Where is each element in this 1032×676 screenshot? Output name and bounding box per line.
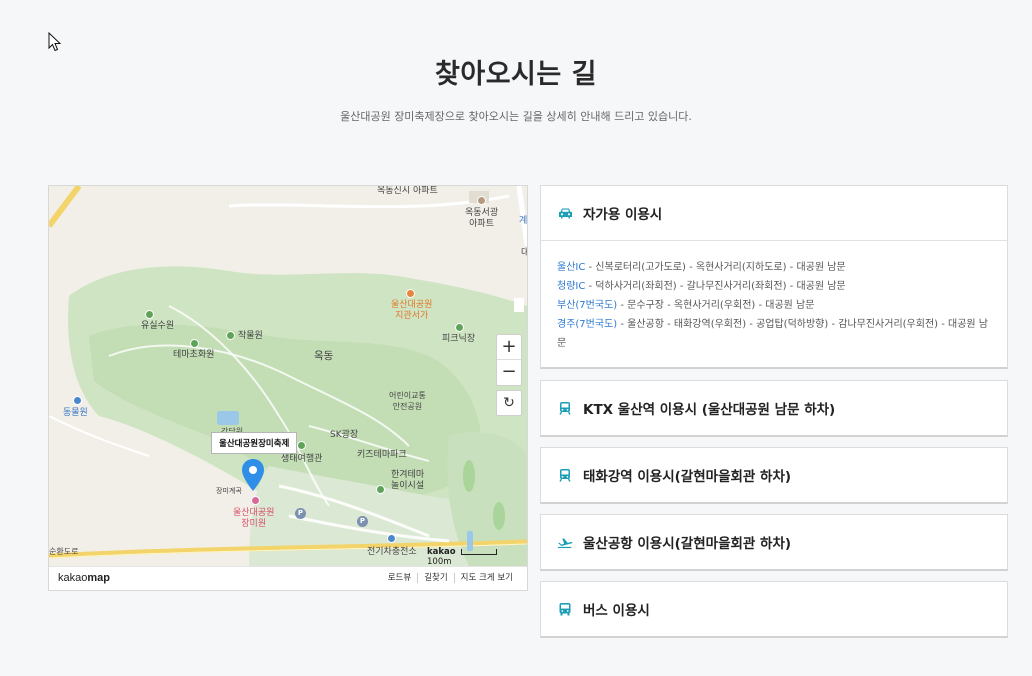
route-rest: - 문수구장 - 옥현사거리(우회전) - 대공원 남문 xyxy=(617,300,815,311)
route-line: 청량IC - 덕하사거리(좌회전) - 갈나무진사거리(좌회전) - 대공원 남… xyxy=(557,277,991,296)
map-label-kids: 키즈테마파크 xyxy=(357,450,407,460)
map-footer-links: 로드뷰 길찾기 지도 크게 보기 xyxy=(382,573,519,583)
map-label-sk: SK광장 xyxy=(330,430,359,440)
roadview-link[interactable]: 로드뷰 xyxy=(382,573,417,583)
logo-bold-text: map xyxy=(87,572,110,584)
section-airport-header[interactable]: 울산공항 이용시(갈현마을회관 하차) xyxy=(541,515,1007,569)
bookstore-icon xyxy=(406,289,415,298)
map-label-charging: 전기차충전소 xyxy=(367,547,417,557)
car-icon xyxy=(557,205,573,221)
location-marker-icon[interactable] xyxy=(241,458,265,492)
park-icon xyxy=(376,485,385,494)
section-car-header[interactable]: 자가용 이용시 xyxy=(541,186,1007,240)
map-label-okdong-sinsi: 옥동신시 아파트 xyxy=(377,186,438,196)
map-label-dae: 대 xyxy=(521,248,527,259)
zoo-icon xyxy=(73,396,82,405)
map-label-rose-sub: 장미계곡 xyxy=(216,487,242,495)
section-ktx-title: KTX 울산역 이용시 (울산대공원 남문 하차) xyxy=(583,402,836,418)
map-label-gye: 계 xyxy=(519,216,528,226)
section-ktx: KTX 울산역 이용시 (울산대공원 남문 하차) xyxy=(540,380,1008,437)
map-label-okdong: 옥동 xyxy=(314,350,334,362)
zoom-out-button[interactable]: − xyxy=(497,360,521,385)
scale-bar xyxy=(461,548,498,555)
park-icon xyxy=(297,441,306,450)
section-bus-title: 버스 이용시 xyxy=(583,603,650,619)
directions-link[interactable]: 길찾기 xyxy=(417,573,453,583)
refresh-map-button[interactable]: ↻ xyxy=(496,390,522,416)
park-icon xyxy=(455,323,464,332)
route-rest: - 덕하사거리(좌회전) - 갈나무진사거리(좌회전) - 대공원 남문 xyxy=(585,281,846,292)
section-airport-title: 울산공항 이용시(갈현마을회관 하차) xyxy=(583,536,792,552)
kakao-map[interactable]: 옥동신시 아파트 옥동서광 아파트 계 대 유실수원 작물원 테마초화원 옥동 … xyxy=(48,185,528,591)
map-label-haneul: 한겨테마 놀이시설 xyxy=(391,470,425,491)
map-label-road: 순환도로 xyxy=(49,547,79,556)
park-icon xyxy=(226,331,235,340)
logo-light-text: kakao xyxy=(58,572,88,584)
park-icon xyxy=(145,310,154,319)
map-label-jigwan: 울산대공원 지관서가 xyxy=(391,300,433,321)
page-title: 찾아오시는 길 xyxy=(435,59,597,90)
section-taehwagang-title: 태화강역 이용시(갈현마을회관 하차) xyxy=(583,469,792,485)
map-label-yusilsuwon: 유실수원 xyxy=(141,321,175,331)
marker-label[interactable]: 울산대공원장미축제 xyxy=(211,432,298,454)
mouse-cursor-icon xyxy=(48,32,62,52)
map-label-temachowon: 테마초화원 xyxy=(173,350,215,360)
apartment-icon xyxy=(477,196,486,205)
route-line: 부산(7번국도) - 문수구장 - 옥현사거리(우회전) - 대공원 남문 xyxy=(557,296,991,315)
route-start: 청량IC xyxy=(557,281,586,292)
route-start: 울산IC xyxy=(557,262,586,273)
zoom-control: + − xyxy=(496,334,522,386)
section-car-body: 울산IC - 신복로터리(고가도로) - 옥현사거리(지하도로) - 대공원 남… xyxy=(541,240,1007,367)
kakao-mark: kakao xyxy=(427,547,456,557)
train-icon xyxy=(557,467,573,483)
map-canvas[interactable] xyxy=(49,186,527,566)
route-line: 경주(7번국도) - 울산공항 - 태화강역(우회전) - 공업탑(덕하방향) … xyxy=(557,315,991,353)
section-car: 자가용 이용시 울산IC - 신복로터리(고가도로) - 옥현사거리(지하도로)… xyxy=(540,185,1008,369)
section-ktx-header[interactable]: KTX 울산역 이용시 (울산대공원 남문 하차) xyxy=(541,381,1007,435)
kakaomap-logo[interactable]: kakaomap xyxy=(58,572,110,584)
bus-icon xyxy=(557,601,573,617)
section-car-title: 자가용 이용시 xyxy=(583,207,663,223)
section-bus: 버스 이용시 xyxy=(540,581,1008,638)
map-scale: kakao 100m xyxy=(427,547,527,567)
map-label-saengtae: 생태여행관 xyxy=(281,454,323,464)
map-label-children: 어린이교통 안전공원 xyxy=(389,391,426,411)
map-label-picnic: 피크닉장 xyxy=(442,334,476,344)
section-taehwagang-header[interactable]: 태화강역 이용시(갈현마을회관 하차) xyxy=(541,448,1007,502)
rose-garden-icon xyxy=(251,496,260,505)
route-start: 경주(7번국도) xyxy=(557,319,618,330)
map-label-donggwon: 동물원 xyxy=(63,408,88,418)
park-icon xyxy=(190,339,199,348)
parking-icon: P xyxy=(295,508,306,519)
large-map-link[interactable]: 지도 크게 보기 xyxy=(453,573,519,583)
parking-icon: P xyxy=(357,516,368,527)
map-label-rose-garden: 울산대공원 장미원 xyxy=(233,508,275,529)
train-icon xyxy=(557,400,573,416)
route-rest: - 울산공항 - 태화강역(우회전) - 공업탑(덕하방향) - 감나무진사거리… xyxy=(557,319,988,349)
map-label-jakmulwon: 작물원 xyxy=(238,331,263,341)
section-bus-header[interactable]: 버스 이용시 xyxy=(541,582,1007,636)
page-subtitle: 울산대공원 장미축제장으로 찾아오시는 길을 상세히 안내해 드리고 있습니다. xyxy=(340,110,692,123)
section-taehwagang: 태화강역 이용시(갈현마을회관 하차) xyxy=(540,447,1008,504)
route-line: 울산IC - 신복로터리(고가도로) - 옥현사거리(지하도로) - 대공원 남… xyxy=(557,258,991,277)
section-airport: 울산공항 이용시(갈현마을회관 하차) xyxy=(540,514,1008,571)
route-start: 부산(7번국도) xyxy=(557,300,618,311)
map-footer: kakaomap 로드뷰 길찾기 지도 크게 보기 xyxy=(49,566,527,590)
ev-charging-icon xyxy=(387,534,396,543)
route-rest: - 신복로터리(고가도로) - 옥현사거리(지하도로) - 대공원 남문 xyxy=(585,262,846,273)
airplane-icon xyxy=(557,534,573,550)
map-label-okdong-seogwang: 옥동서광 아파트 xyxy=(465,208,499,229)
zoom-in-button[interactable]: + xyxy=(497,335,521,360)
